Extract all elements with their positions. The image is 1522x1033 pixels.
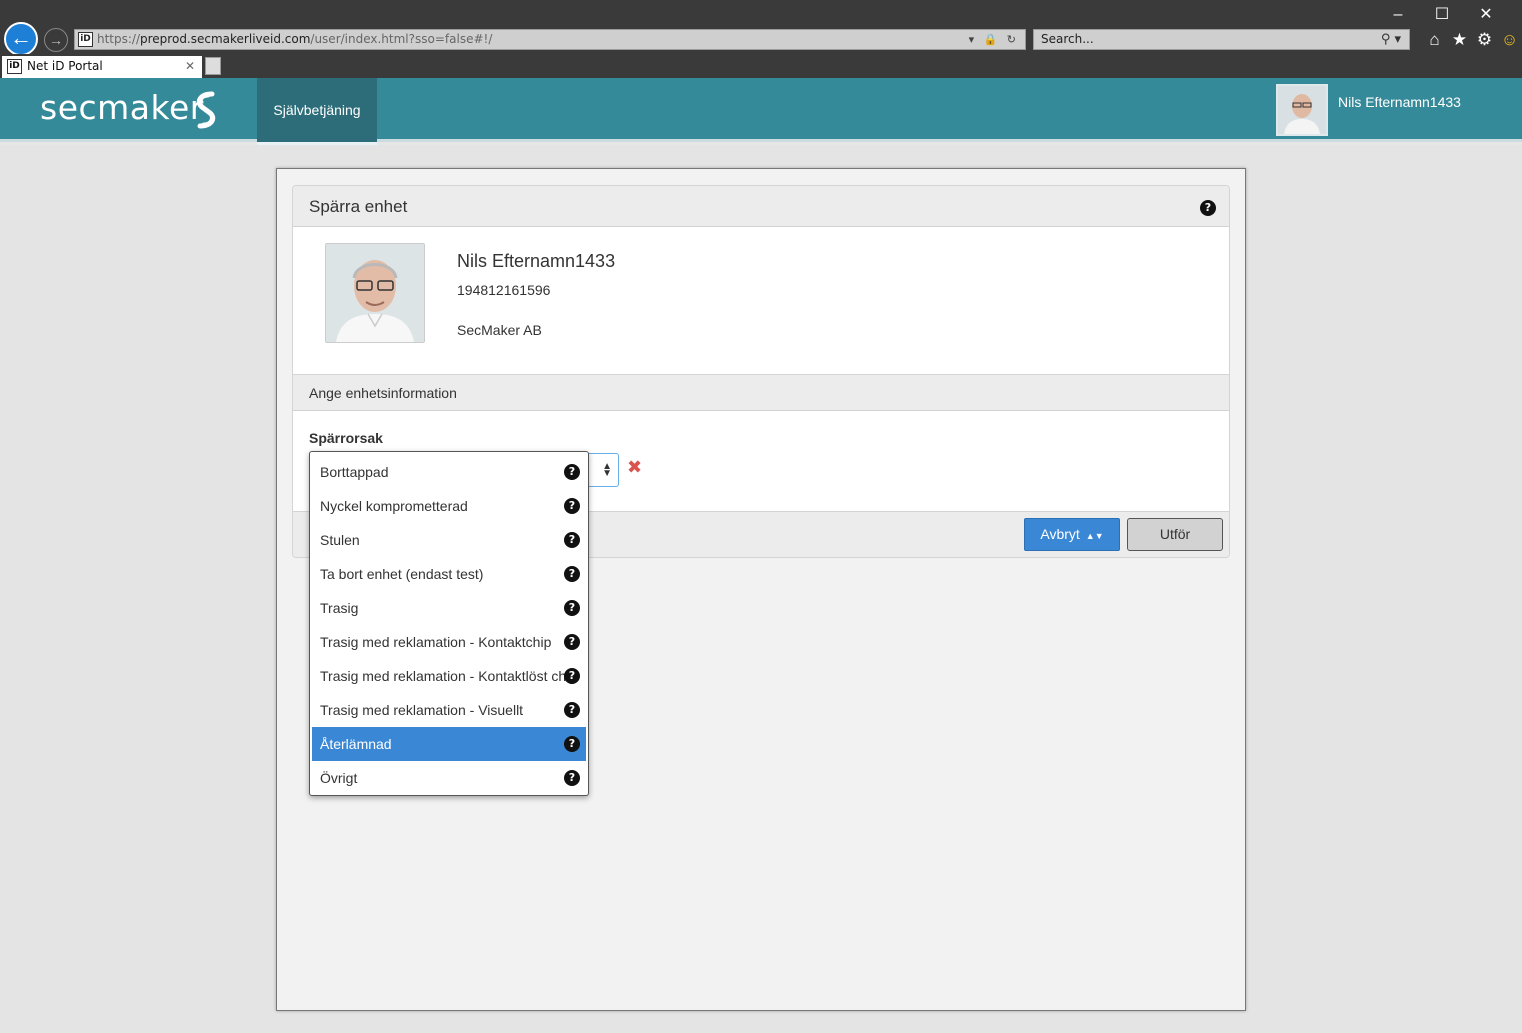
page-title: Spärra enhet — [309, 197, 408, 216]
browser-toolbar-icons: ⌂ ★ ⚙ ☺ — [1422, 30, 1522, 50]
address-bar[interactable]: iD https://preprod.secmakerliveid.com/us… — [74, 29, 1026, 50]
tab-close-icon[interactable]: ✕ — [185, 56, 195, 77]
block-reason-dropdown: Borttappad? Nyckel komprometterad? Stulen?… — [309, 451, 589, 796]
search-placeholder: Search... — [1041, 32, 1094, 46]
maximize-icon[interactable]: ☐ — [1420, 4, 1464, 24]
profile-organization: SecMaker AB — [457, 322, 542, 338]
block-reason-label: Spärrorsak — [309, 430, 383, 446]
option-help-icon[interactable]: ? — [564, 600, 580, 616]
cancel-button[interactable]: Avbryt ▲▼ — [1024, 518, 1120, 551]
dropdown-option[interactable]: Ta bort enhet (endast test)? — [312, 557, 586, 591]
section-header: Ange enhetsinformation — [293, 374, 1229, 411]
tab-favicon-icon: iD — [7, 59, 22, 74]
dropdown-option-label: Trasig med reklamation - Kontaktchip — [320, 634, 552, 650]
profile-photo — [325, 243, 425, 343]
submit-button[interactable]: Utför — [1127, 518, 1223, 551]
secmaker-logo-icon — [196, 91, 216, 129]
dropdown-option-label: Nyckel komprometterad — [320, 498, 468, 514]
option-help-icon[interactable]: ? — [564, 566, 580, 582]
back-arrow-icon[interactable]: ← — [4, 22, 38, 56]
dropdown-option[interactable]: Övrigt? — [312, 761, 586, 795]
dropdown-option-label: Ta bort enhet (endast test) — [320, 566, 484, 582]
user-avatar[interactable] — [1276, 84, 1328, 136]
card-header: Spärra enhet ? — [293, 186, 1229, 227]
url-scheme: https:// — [97, 32, 141, 46]
sort-arrows-icon: ▲ ▼ — [602, 461, 612, 479]
option-help-icon[interactable]: ? — [564, 736, 580, 752]
profile-id-number: 194812161596 — [457, 282, 551, 298]
option-help-icon[interactable]: ? — [564, 668, 580, 684]
home-icon[interactable]: ⌂ — [1422, 30, 1447, 50]
dropdown-option[interactable]: Trasig med reklamation - Kontaktlöst chi… — [312, 659, 586, 693]
option-help-icon[interactable]: ? — [564, 634, 580, 650]
dropdown-option-label: Återlämnad — [320, 736, 392, 752]
help-icon[interactable]: ? — [1200, 200, 1216, 216]
dropdown-option[interactable]: Trasig med reklamation - Kontaktchip? — [312, 625, 586, 659]
cancel-button-label: Avbryt — [1040, 526, 1080, 542]
dropdown-option[interactable]: Stulen? — [312, 523, 586, 557]
window-controls: – ☐ ✕ — [1376, 4, 1508, 24]
dropdown-option-label: Övrigt — [320, 770, 358, 786]
app-header: secmaker Självbetjäning Nils Efternamn14… — [0, 78, 1522, 145]
option-help-icon[interactable]: ? — [564, 532, 580, 548]
new-tab-button[interactable] — [205, 57, 221, 75]
clear-selection-icon[interactable]: ✖ — [627, 457, 642, 478]
section-title: Ange enhetsinformation — [309, 385, 457, 401]
browser-titlebar: ← → iD https://preprod.secmakerliveid.co… — [0, 0, 1522, 56]
dropdown-option[interactable]: Nyckel komprometterad? — [312, 489, 586, 523]
dropdown-option-label: Stulen — [320, 532, 360, 548]
option-help-icon[interactable]: ? — [564, 464, 580, 480]
cancel-sort-arrows-icon: ▲▼ — [1085, 531, 1104, 541]
address-bar-icons[interactable]: ▾ 🔒 ↻ — [969, 30, 1019, 49]
dropdown-option-label: Borttappad — [320, 464, 389, 480]
dropdown-option-label: Trasig — [320, 600, 359, 616]
feedback-smiley-icon[interactable]: ☺ — [1497, 30, 1522, 50]
site-favicon-icon: iD — [78, 32, 93, 47]
option-help-icon[interactable]: ? — [564, 770, 580, 786]
settings-gear-icon[interactable]: ⚙ — [1472, 30, 1497, 50]
dropdown-option[interactable]: Återlämnad? — [312, 727, 586, 761]
option-help-icon[interactable]: ? — [564, 498, 580, 514]
avatar-image — [1278, 86, 1326, 134]
dropdown-option[interactable]: Trasig med reklamation - Visuellt? — [312, 693, 586, 727]
option-help-icon[interactable]: ? — [564, 702, 580, 718]
brand-name[interactable]: secmaker — [40, 88, 204, 127]
browser-tab[interactable]: iD Net iD Portal ✕ — [2, 56, 202, 78]
browser-tabstrip: iD Net iD Portal ✕ — [0, 54, 1522, 78]
profile-name: Nils Efternamn1433 — [457, 251, 616, 271]
dropdown-option[interactable]: Trasig? — [312, 591, 586, 625]
forward-arrow-icon[interactable]: → — [44, 28, 68, 52]
profile-image — [326, 244, 424, 342]
tab-title: Net iD Portal — [27, 59, 103, 73]
favorites-star-icon[interactable]: ★ — [1447, 30, 1472, 50]
url-host: preprod.secmakerliveid.com — [140, 32, 311, 46]
dropdown-option-label: Trasig med reklamation - Visuellt — [320, 702, 524, 718]
close-window-icon[interactable]: ✕ — [1464, 4, 1508, 24]
nav-tab-self-service[interactable]: Självbetjäning — [257, 78, 377, 145]
search-icon[interactable]: ⚲ ▾ — [1381, 30, 1401, 49]
dropdown-option[interactable]: Borttappad? — [312, 455, 586, 489]
url-path: /user/index.html?sso=false#!/ — [310, 32, 493, 46]
dropdown-option-label: Trasig med reklamation - Kontaktlöst chi… — [320, 668, 578, 684]
minimize-icon[interactable]: – — [1376, 6, 1420, 24]
search-input[interactable]: Search... ⚲ ▾ — [1033, 29, 1410, 50]
user-name[interactable]: Nils Efternamn1433 — [1338, 94, 1461, 110]
